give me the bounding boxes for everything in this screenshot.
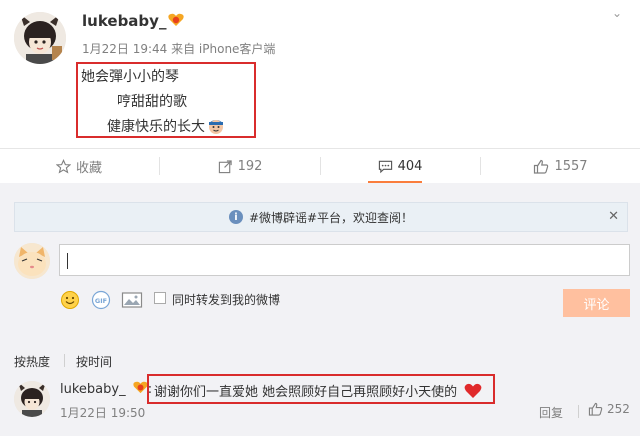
comment-icon — [378, 160, 392, 173]
like-count: 1557 — [554, 158, 588, 174]
comment-text: 谢谢你们一直爱她 她会照顾好自己再照顾好小天使的 — [154, 381, 482, 400]
comment-input[interactable] — [59, 244, 630, 276]
sort-by-time[interactable]: 按时间 — [76, 353, 112, 370]
post-line-2: 哼甜甜的歌 — [117, 94, 187, 110]
action-bar: 收藏 192 404 1557 — [0, 148, 640, 183]
heart-icon — [464, 383, 482, 398]
active-tab-indicator — [368, 181, 422, 183]
post-line-3-text: 健康快乐的长大 — [107, 119, 205, 135]
text-cursor — [67, 253, 68, 269]
sync-repost-label[interactable]: 同时转发到我的微博 — [172, 291, 280, 308]
divider — [578, 405, 579, 418]
close-icon[interactable]: ✕ — [608, 209, 619, 224]
submit-comment-button[interactable]: 评论 — [563, 289, 630, 317]
chevron-down-icon[interactable]: ⌄ — [612, 6, 622, 20]
post-line-1: 她会彈小小的琴 — [81, 69, 179, 85]
post-line-3: 健康快乐的长大 — [107, 116, 225, 136]
comment-time: 1月22日 19:50 — [60, 406, 146, 420]
weibo-post-card: lukebaby_ 1月22日 19:44 来自 iPhone客户端 ⌄ 她会彈… — [0, 0, 640, 436]
repost-count: 192 — [237, 158, 263, 174]
comment-button[interactable]: 404 — [321, 149, 479, 183]
info-icon: i — [228, 210, 243, 224]
my-avatar[interactable] — [14, 243, 50, 279]
rumor-notice-bar[interactable]: i #微博辟谣#平台，欢迎查阅！ ✕ — [14, 202, 628, 232]
vip-badge-icon[interactable] — [168, 13, 184, 27]
commenter-name[interactable]: lukebaby_ : — [60, 381, 152, 397]
emoji-icon[interactable] — [60, 290, 80, 310]
thumbs-up-icon — [588, 402, 603, 416]
thumbs-up-icon — [534, 159, 549, 174]
comment-count: 404 — [397, 158, 423, 174]
star-icon — [55, 158, 71, 173]
like-button[interactable]: 1557 — [481, 149, 640, 183]
vip-badge-icon[interactable] — [133, 381, 148, 394]
boy-emoji-icon — [209, 120, 223, 134]
notice-text[interactable]: #微博辟谣#平台，欢迎查阅！ — [249, 209, 413, 226]
comment-like-count: 252 — [607, 402, 630, 416]
image-icon[interactable] — [121, 290, 143, 310]
divider — [64, 354, 65, 367]
comment-like-button[interactable]: 252 — [588, 402, 630, 416]
favorite-label: 收藏 — [75, 160, 102, 176]
repost-button[interactable]: 192 — [160, 149, 320, 183]
gif-icon[interactable]: GIF — [91, 290, 111, 310]
reply-button[interactable]: 回复 — [539, 404, 563, 421]
sync-repost-checkbox[interactable] — [154, 292, 166, 304]
commenter-avatar[interactable] — [14, 381, 50, 417]
share-icon — [218, 159, 232, 173]
svg-text:GIF: GIF — [95, 297, 107, 305]
sort-by-hot[interactable]: 按热度 — [14, 353, 50, 370]
comment-text-body: 谢谢你们一直爱她 她会照顾好自己再照顾好小天使的 — [154, 385, 458, 400]
author-name[interactable]: lukebaby_ — [82, 12, 166, 30]
commenter-name-text[interactable]: lukebaby_ — [60, 382, 126, 397]
favorite-button[interactable]: 收藏 — [0, 149, 158, 183]
author-avatar[interactable] — [14, 12, 66, 64]
post-meta: 1月22日 19:44 来自 iPhone客户端 — [82, 42, 276, 56]
